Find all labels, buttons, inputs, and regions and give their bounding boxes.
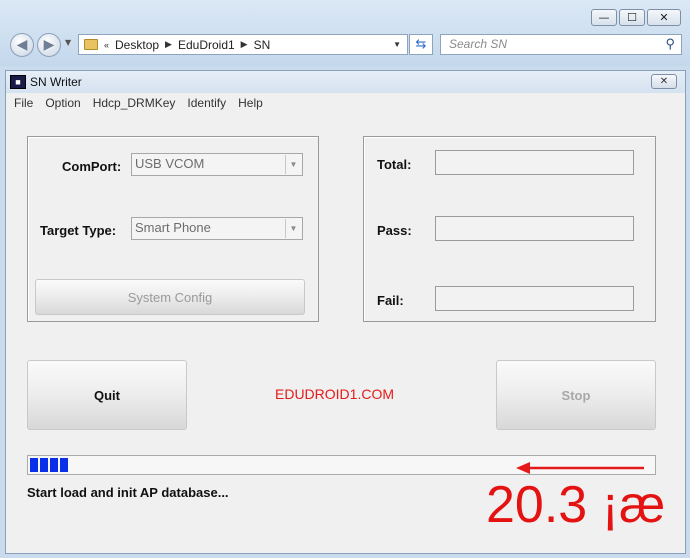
chevron-right-icon[interactable]: ▶ [241,39,248,50]
menu-hdcp-drmkey[interactable]: Hdcp_DRMKey [93,96,176,110]
breadcrumb-overflow[interactable]: « [104,40,109,50]
stats-panel: Total: Pass: Fail: [363,136,656,322]
address-dropdown-icon[interactable]: ▼ [393,40,401,49]
progress-chunk [30,458,38,472]
progress-chunk [40,458,48,472]
menu-bar: File Option Hdcp_DRMKey Identify Help [6,93,685,113]
app-close-button[interactable]: ✕ [651,74,677,89]
forward-button[interactable]: ▶ [37,33,61,57]
chevron-down-icon[interactable]: ▼ [285,155,301,174]
system-config-button[interactable]: System Config [35,279,305,315]
chevron-right-icon[interactable]: ▶ [165,39,172,50]
menu-help[interactable]: Help [238,96,263,110]
app-icon: ■ [10,75,26,89]
breadcrumb-edudroid1[interactable]: EduDroid1 [178,38,235,52]
pass-label: Pass: [377,223,412,238]
chevron-down-icon[interactable]: ▼ [285,219,301,238]
window-title: SN Writer [30,75,82,89]
annotation-text: 20.3 ¡æ [486,476,666,534]
search-placeholder: Search SN [449,37,508,51]
refresh-button[interactable]: ⇆ [409,34,433,55]
search-input[interactable]: Search SN ⚲ [440,34,682,55]
progress-fill [30,458,68,472]
sn-writer-window: ■ SN Writer ✕ File Option Hdcp_DRMKey Id… [5,70,686,554]
progress-chunk [60,458,68,472]
explorer-toolbar: — ☐ ✕ ◀ ▶ ▼ « Desktop ▶ EduDroid1 ▶ SN ▼… [0,0,690,66]
comport-label: ComPort: [62,159,122,174]
config-panel: ComPort: USB VCOM ▼ Target Type: Smart P… [27,136,319,322]
breadcrumb-desktop[interactable]: Desktop [115,38,159,52]
quit-button[interactable]: Quit [27,360,187,430]
target-type-select[interactable]: Smart Phone ▼ [131,217,303,240]
progress-chunk [50,458,58,472]
title-bar: ■ SN Writer ✕ [6,71,685,93]
stop-button[interactable]: Stop [496,360,656,430]
menu-option[interactable]: Option [45,96,80,110]
recent-pages-dropdown[interactable]: ▼ [65,38,71,47]
annotation-arrow [516,462,644,474]
back-button[interactable]: ◀ [10,33,34,57]
target-type-value: Smart Phone [135,220,211,235]
window-controls: — ☐ ✕ [591,9,681,26]
breadcrumb-sn[interactable]: SN [254,38,271,52]
comport-value: USB VCOM [135,156,205,171]
folder-icon [84,39,98,50]
menu-file[interactable]: File [14,96,33,110]
watermark-text: EDUDROID1.COM [275,386,395,402]
fail-label: Fail: [377,293,404,308]
close-button[interactable]: ✕ [647,9,681,26]
status-text: Start load and init AP database... [27,485,229,500]
minimize-button[interactable]: — [591,9,617,26]
comport-select[interactable]: USB VCOM ▼ [131,153,303,176]
maximize-button[interactable]: ☐ [619,9,645,26]
address-bar[interactable]: « Desktop ▶ EduDroid1 ▶ SN ▼ [78,34,408,55]
total-field [435,150,634,175]
search-icon[interactable]: ⚲ [665,36,675,52]
pass-field [435,216,634,241]
menu-identify[interactable]: Identify [187,96,226,110]
target-type-label: Target Type: [40,223,117,238]
total-label: Total: [377,157,412,172]
fail-field [435,286,634,311]
